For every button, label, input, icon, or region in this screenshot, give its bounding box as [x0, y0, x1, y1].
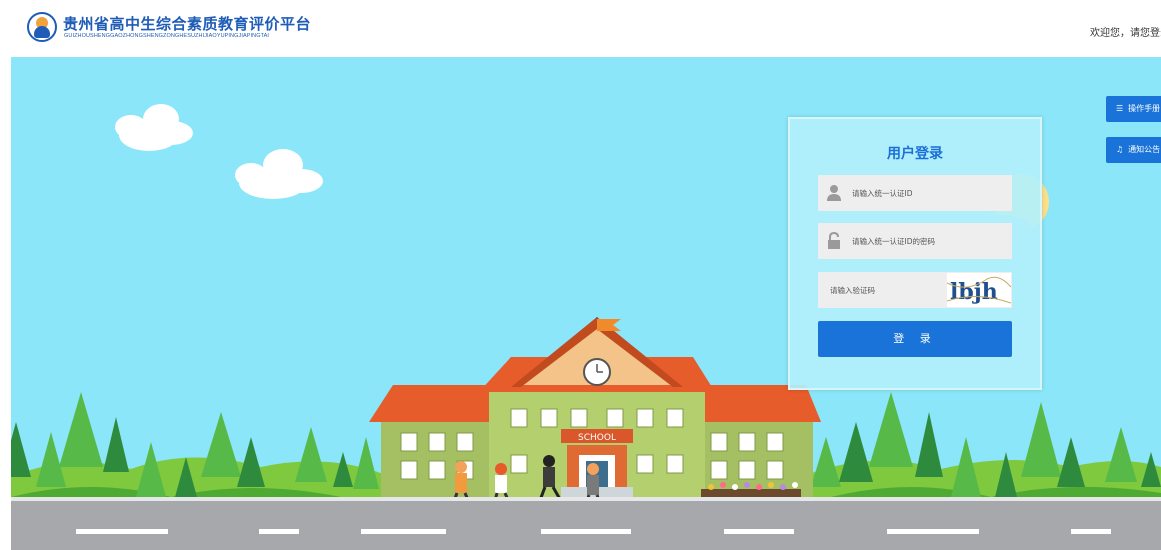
road: [11, 497, 1161, 550]
cloud-left: [115, 104, 193, 151]
captcha-image[interactable]: lbjh: [946, 273, 1012, 307]
operation-manual-button[interactable]: ☰ 操作手册: [1106, 96, 1161, 122]
password-input[interactable]: [852, 223, 1002, 259]
school-building: SCHOOL: [369, 317, 821, 514]
school-sign: SCHOOL: [578, 433, 616, 443]
book-icon: ☰: [1116, 104, 1124, 113]
login-button[interactable]: 登 录: [818, 321, 1012, 357]
cloud-middle: [235, 149, 323, 199]
user-icon: [827, 185, 841, 201]
login-title: 用户登录: [887, 146, 943, 162]
login-panel: 用户登录 lbjh 登 录: [788, 117, 1042, 390]
site-title: 贵州省高中生综合素质教育评价平台: [63, 15, 312, 33]
captcha-input[interactable]: [830, 272, 940, 308]
notice-button[interactable]: ♫ 通知公告: [1106, 137, 1161, 163]
top-header: 贵州省高中生综合素质教育评价平台 GUIZHOUSHENGGAOZHONGSHE…: [0, 0, 1161, 57]
bell-icon: ♫: [1116, 145, 1124, 154]
operation-manual-label: 操作手册: [1128, 104, 1161, 113]
notice-label: 通知公告: [1128, 145, 1161, 154]
site-subtitle: GUIZHOUSHENGGAOZHONGSHENGZONGHESUZHIJIAO…: [64, 33, 270, 39]
platform-logo: [27, 12, 57, 42]
password-field[interactable]: [818, 223, 1012, 259]
user-id-input[interactable]: [852, 175, 1002, 211]
welcome-login-link[interactable]: 欢迎您，请您登录: [1090, 24, 1161, 39]
user-id-field[interactable]: [818, 175, 1012, 211]
svg-text:lbjh: lbjh: [950, 279, 998, 305]
lock-icon: [828, 232, 840, 249]
captcha-field[interactable]: lbjh: [818, 272, 1012, 308]
